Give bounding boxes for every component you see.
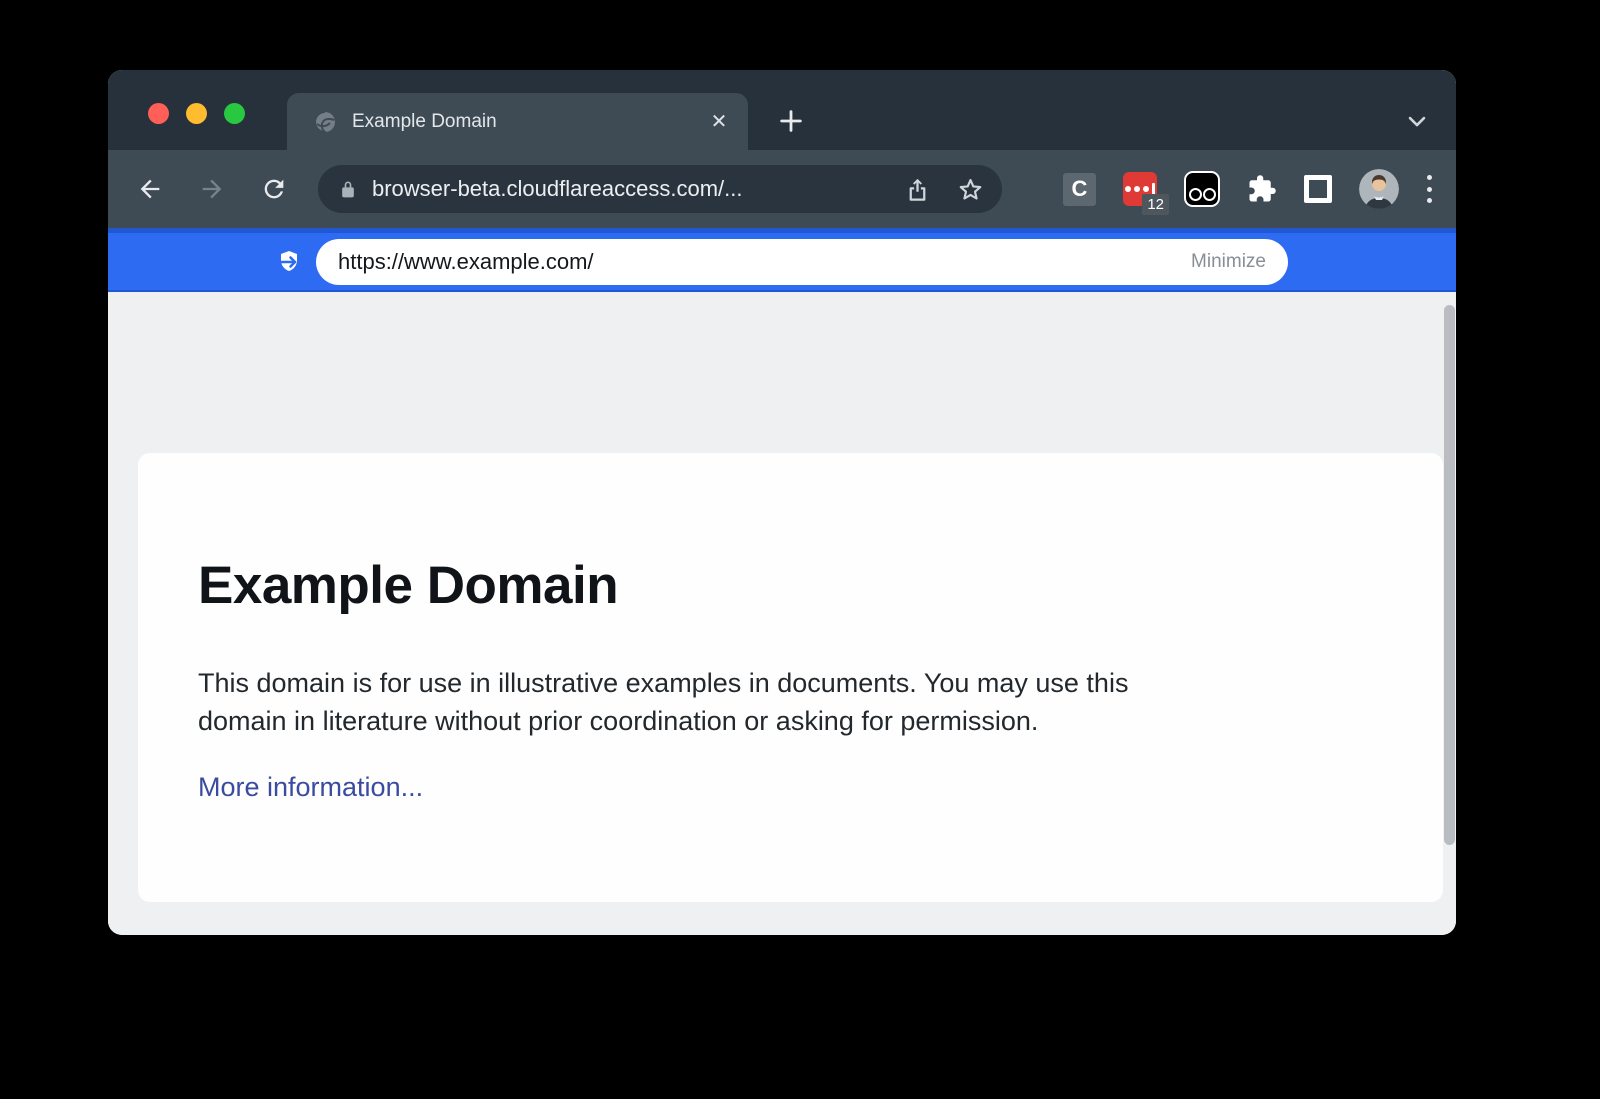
close-window-button[interactable] <box>148 103 169 124</box>
isolation-url-field[interactable]: https://www.example.com/ Minimize <box>316 239 1288 285</box>
star-bookmark-icon[interactable] <box>957 176 984 203</box>
globe-favicon-icon <box>313 110 337 134</box>
tab-strip: Example Domain ✕ <box>108 70 1456 150</box>
vertical-scrollbar[interactable] <box>1444 305 1455 845</box>
browser-toolbar: browser-beta.cloudflareaccess.com/... C … <box>108 150 1456 228</box>
page-paragraph: This domain is for use in illustrative e… <box>198 664 1383 740</box>
forward-arrow-icon[interactable] <box>198 175 226 203</box>
lock-icon <box>338 179 358 199</box>
shield-arrow-isolation-icon <box>276 249 302 275</box>
page-title: Example Domain <box>198 555 1383 616</box>
content-card: Example Domain This domain is for use in… <box>138 453 1443 902</box>
address-bar-url[interactable]: browser-beta.cloudflareaccess.com/... <box>372 176 904 202</box>
browser-window: Example Domain ✕ browser-beta.cloudflare… <box>108 70 1456 935</box>
back-arrow-icon[interactable] <box>136 175 164 203</box>
extension-badge: 12 <box>1142 194 1169 215</box>
tab-title: Example Domain <box>352 111 708 133</box>
extensions-area: C 12 <box>1063 169 1432 209</box>
isolation-bar: https://www.example.com/ Minimize <box>108 228 1456 292</box>
camera-extension-icon[interactable] <box>1184 171 1220 207</box>
side-panel-icon[interactable] <box>1304 175 1332 203</box>
profile-avatar[interactable] <box>1359 169 1399 209</box>
address-bar[interactable]: browser-beta.cloudflareaccess.com/... <box>318 165 1002 213</box>
kebab-menu-icon[interactable] <box>1426 175 1432 203</box>
password-manager-extension-icon[interactable]: 12 <box>1123 172 1157 206</box>
isolation-url-text[interactable]: https://www.example.com/ <box>338 249 1191 275</box>
share-icon[interactable] <box>904 176 931 203</box>
paragraph-line-1: This domain is for use in illustrative e… <box>198 668 1128 698</box>
more-information-link[interactable]: More information... <box>198 772 423 803</box>
browser-tab[interactable]: Example Domain ✕ <box>287 93 748 150</box>
puzzle-extensions-icon[interactable] <box>1247 174 1277 204</box>
minimize-window-button[interactable] <box>186 103 207 124</box>
minimize-bar-button[interactable]: Minimize <box>1191 251 1266 273</box>
page-viewport: Example Domain This domain is for use in… <box>108 292 1456 935</box>
tab-close-icon[interactable]: ✕ <box>708 111 730 133</box>
new-tab-button[interactable] <box>777 107 805 135</box>
traffic-lights <box>148 103 245 124</box>
zoom-window-button[interactable] <box>224 103 245 124</box>
paragraph-line-2: domain in literature without prior coord… <box>198 706 1038 736</box>
c-extension-icon[interactable]: C <box>1063 173 1096 206</box>
reload-icon[interactable] <box>260 175 288 203</box>
chevron-down-icon[interactable] <box>1403 107 1431 135</box>
